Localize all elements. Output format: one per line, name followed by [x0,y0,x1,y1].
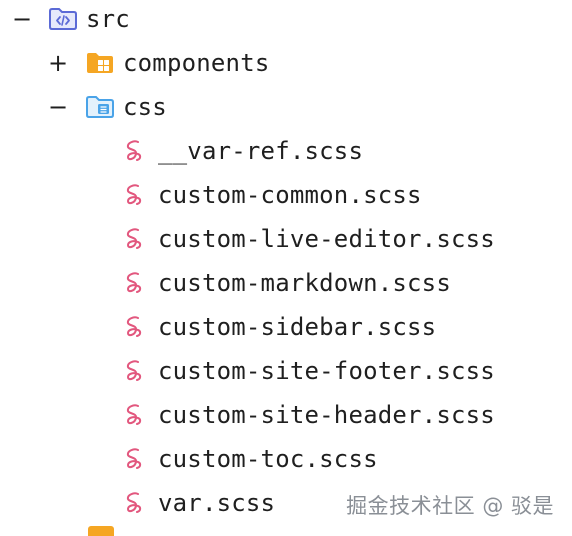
tree-label-file: custom-site-footer.scss [158,357,495,385]
watermark-text: 掘金技术社区 @ 驳是 [346,494,554,518]
tree-row-file[interactable]: __var-ref.scss [0,129,572,173]
sass-icon [120,349,150,393]
sass-icon [120,481,150,525]
collapse-toggle-css[interactable]: − [48,85,68,129]
tree-label-file: custom-common.scss [158,181,422,209]
tree-row-file[interactable]: custom-site-header.scss [0,393,572,437]
tree-label-file: custom-markdown.scss [158,269,451,297]
tree-label-src: src [86,5,130,33]
sass-icon [120,393,150,437]
tree-label-file: __var-ref.scss [158,137,364,165]
tree-row-file[interactable]: custom-site-footer.scss [0,349,572,393]
folder-src-icon [48,0,78,41]
expand-toggle-components[interactable]: + [48,41,68,85]
tree-label-file: custom-site-header.scss [158,401,495,429]
tree-label-file: custom-toc.scss [158,445,378,473]
tree-row-src[interactable]: − src [0,0,572,41]
watermark: 掘金技术社区 @ 驳是 [346,490,554,520]
sass-icon [120,305,150,349]
folder-components-icon [85,41,115,85]
folder-icon-partial [88,526,114,536]
sass-icon [120,217,150,261]
tree-row-css[interactable]: − css [0,85,572,129]
file-tree: − src + components − css __var-ref.scss … [0,0,572,536]
tree-label-file: custom-live-editor.scss [158,225,495,253]
sass-icon [120,261,150,305]
tree-row-file[interactable]: custom-live-editor.scss [0,217,572,261]
sass-icon [120,129,150,173]
tree-row-file[interactable]: custom-markdown.scss [0,261,572,305]
tree-row-components[interactable]: + components [0,41,572,85]
tree-row-file[interactable]: custom-common.scss [0,173,572,217]
sass-icon [120,437,150,481]
tree-label-file: custom-sidebar.scss [158,313,437,341]
tree-label-components: components [123,49,270,77]
collapse-toggle-src[interactable]: − [12,0,32,41]
tree-label-file: var.scss [158,489,276,517]
sass-icon [120,173,150,217]
tree-row-file[interactable]: custom-sidebar.scss [0,305,572,349]
tree-row-file[interactable]: custom-toc.scss [0,437,572,481]
folder-css-icon [85,85,115,129]
tree-label-css: css [123,93,167,121]
